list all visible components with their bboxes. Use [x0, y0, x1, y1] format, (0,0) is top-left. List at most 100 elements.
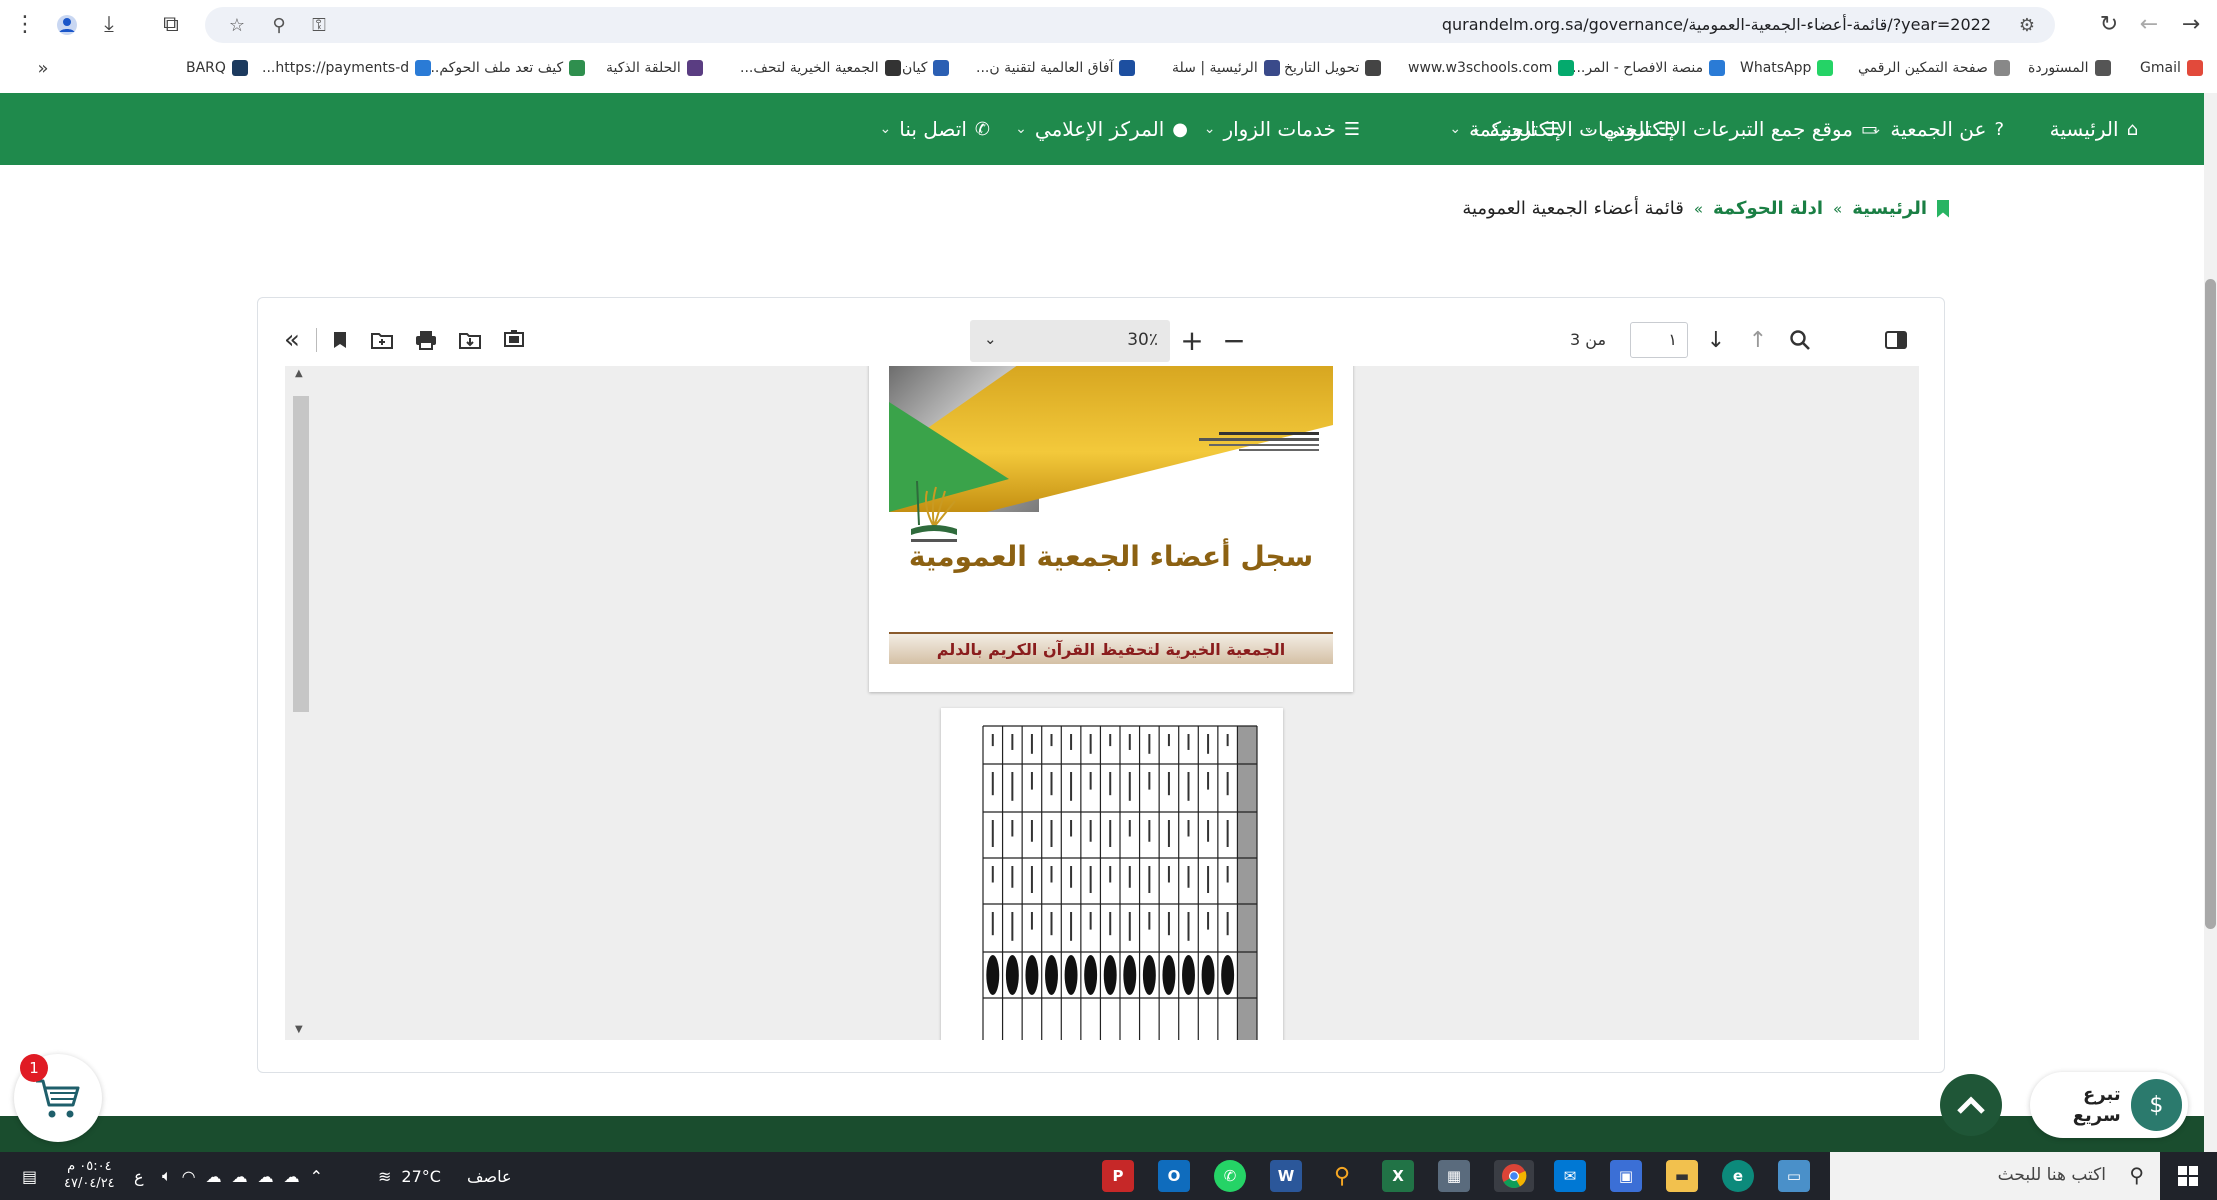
chevron-down-icon: ⌄: [984, 330, 997, 348]
page-number-input[interactable]: ١: [1630, 322, 1688, 358]
bookmark-item[interactable]: BARQ: [186, 60, 248, 76]
volume-icon[interactable]: 🔈︎: [162, 1166, 172, 1186]
file-explorer-app-icon[interactable]: ▬: [1666, 1160, 1698, 1192]
bookmark-item[interactable]: آفاق العالمية لتقنية ن...: [976, 60, 1136, 76]
extensions-icon[interactable]: ⧉: [156, 10, 186, 40]
profile-icon[interactable]: [52, 10, 82, 40]
bookmark-item[interactable]: https://payments-d...: [262, 60, 432, 76]
quick-donate-button[interactable]: $ تبرع سريع: [2030, 1072, 2188, 1138]
outlook-app-icon[interactable]: O: [1158, 1160, 1190, 1192]
calculator-app-icon[interactable]: ▦: [1438, 1160, 1470, 1192]
bookmark-item[interactable]: تحويل التاريخ: [1284, 60, 1382, 76]
cart-button[interactable]: 1: [14, 1054, 102, 1142]
association-logo: [903, 477, 965, 549]
password-key-icon[interactable]: ⚿: [305, 11, 333, 39]
forward-icon[interactable]: ←: [2134, 10, 2164, 40]
download-icon[interactable]: ⤓: [94, 10, 124, 40]
pdf-scrollbar-thumb[interactable]: [293, 396, 309, 712]
breadcrumb-home[interactable]: الرئيسية: [1852, 198, 1927, 219]
chevron-down-icon: ⌄: [879, 121, 892, 137]
menu-dots-icon[interactable]: ⋮: [10, 10, 40, 40]
scroll-down-arrow-icon[interactable]: ▼: [295, 1024, 303, 1035]
nav-item[interactable]: ☰ خدمات الزوار ⌄: [1204, 93, 1360, 165]
search-icon[interactable]: [1784, 324, 1816, 356]
nav-item[interactable]: ● المركز الإعلامي ⌄: [1015, 93, 1188, 165]
tools-expand-icon[interactable]: «: [276, 324, 308, 356]
bookmark-item[interactable]: المستوردة: [2028, 60, 2111, 76]
cloud-icon[interactable]: ☁︎: [258, 1167, 274, 1186]
chevron-up-icon[interactable]: ⌃: [310, 1167, 323, 1186]
server-icon: ☰: [1343, 118, 1360, 140]
nav-item[interactable]: ⌂ الرئيسية: [2050, 93, 2138, 165]
nav-item[interactable]: ? عن الجمعية ⌄: [1871, 93, 2004, 165]
chevron-up-icon: [1957, 1096, 1985, 1114]
zoom-in-icon[interactable]: +: [1176, 324, 1208, 357]
bookmarks-bar: » Gmail المستوردة صفحة التمكين الرقمي Whats…: [0, 50, 2217, 90]
bookmark-item[interactable]: الجمعية الخيرية لتحف...: [740, 60, 901, 76]
pdf-reader-app-icon[interactable]: P: [1102, 1160, 1134, 1192]
bookmark-item[interactable]: WhatsApp: [1740, 60, 1834, 76]
star-icon[interactable]: ☆: [223, 11, 251, 39]
bookmark-label: https://payments-d...: [262, 60, 410, 76]
bookmark-favicon-icon: [1119, 60, 1136, 76]
save-file-icon[interactable]: [454, 324, 486, 356]
notifications-icon[interactable]: ▤: [22, 1162, 37, 1190]
store-app-icon[interactable]: ▣: [1610, 1160, 1642, 1192]
system-tray[interactable]: 🔈︎ ◠ ☁︎ ☁︎ ☁︎ ☁︎ ⌃: [162, 1162, 323, 1190]
search-app-icon[interactable]: ⚲: [1326, 1160, 1358, 1192]
zoom-select[interactable]: ⌄ 30٪: [970, 320, 1170, 362]
zoom-out-icon[interactable]: −: [1218, 324, 1250, 357]
more-bookmarks-icon[interactable]: »: [28, 54, 58, 84]
address-bar[interactable]: ☆ ⚲ ⚿ qurandelm.org.sa/governance/قائمة-…: [205, 7, 2055, 43]
presentation-icon[interactable]: [498, 324, 530, 356]
next-page-icon[interactable]: ↓: [1700, 324, 1732, 356]
mail-app-icon[interactable]: ✉: [1554, 1160, 1586, 1192]
previous-page-icon[interactable]: ↑: [1742, 324, 1774, 356]
bookmark-item[interactable]: الرئيسية | سلة: [1172, 60, 1280, 76]
page-scrollbar[interactable]: [2204, 93, 2217, 1152]
language-indicator[interactable]: ع: [134, 1162, 144, 1190]
cloud-icon[interactable]: ☁︎: [284, 1167, 300, 1186]
site-settings-icon[interactable]: ⚙: [2013, 11, 2041, 39]
open-file-icon[interactable]: [366, 324, 398, 356]
bookmark-item[interactable]: www.w3schools.com: [1408, 60, 1575, 76]
scroll-up-arrow-icon[interactable]: ▲: [295, 368, 303, 379]
word-app-icon[interactable]: W: [1270, 1160, 1302, 1192]
desktop-app-icon[interactable]: ▭: [1778, 1160, 1810, 1192]
bookmark-item[interactable]: كيف تعد ملف الحوكم...: [426, 60, 586, 76]
nav-item[interactable]: ☰ الحوكمة ⌄: [1449, 93, 1560, 165]
bookmark-item[interactable]: منصة الافصاح - المر...: [1572, 60, 1726, 76]
sidebar-toggle-icon[interactable]: [1880, 324, 1912, 356]
excel-app-icon[interactable]: X: [1382, 1160, 1414, 1192]
back-icon[interactable]: →: [2176, 10, 2206, 40]
cloud-icon[interactable]: ☁︎: [232, 1167, 248, 1186]
bookmark-tool-icon[interactable]: [324, 324, 356, 356]
wifi-icon[interactable]: ◠: [182, 1167, 196, 1186]
chrome-app-icon[interactable]: [1494, 1160, 1534, 1192]
weather-widget[interactable]: ≋ 27°C عاصف: [378, 1162, 512, 1190]
pdf-scrollbar[interactable]: ▲ ▼: [293, 366, 309, 1040]
bookmark-item[interactable]: صفحة التمكين الرقمي: [1858, 60, 2010, 76]
edge-app-icon[interactable]: e: [1722, 1160, 1754, 1192]
bookmark-item[interactable]: كيان: [902, 60, 950, 76]
breadcrumb-section[interactable]: ادلة الحوكمة: [1713, 198, 1823, 219]
page-scrollbar-thumb[interactable]: [2205, 279, 2216, 929]
taskbar-search-placeholder: اكتب هنا للبحث: [1997, 1165, 2106, 1185]
nav-item[interactable]: ✆ اتصل بنا ⌄: [880, 93, 991, 165]
print-icon[interactable]: [410, 324, 442, 356]
url-text[interactable]: qurandelm.org.sa/governance/قائمة-أعضاء-…: [1442, 15, 1991, 34]
breadcrumb-separator: »: [1833, 199, 1843, 218]
whatsapp-app-icon[interactable]: ✆: [1214, 1160, 1246, 1192]
pdf-canvas[interactable]: ▲ ▼ سجل أعضاء الجمعية العمومية الجمعية ا…: [285, 366, 1919, 1040]
taskbar-search[interactable]: اكتب هنا للبحث ⚲: [1830, 1152, 2160, 1200]
back-to-top-button[interactable]: [1940, 1074, 2002, 1136]
clock[interactable]: ٠٥:٠٤ م ٤٧/٠٤/٢٤: [64, 1158, 115, 1192]
pdf-page-1: سجل أعضاء الجمعية العمومية الجمعية الخير…: [869, 366, 1353, 692]
bookmark-item[interactable]: الحلقة الذكية: [606, 60, 703, 76]
reload-icon[interactable]: ↻: [2094, 10, 2124, 40]
bookmark-item[interactable]: Gmail: [2140, 60, 2203, 76]
government-header-graphic: [1189, 428, 1319, 468]
zoom-lens-icon[interactable]: ⚲: [265, 11, 293, 39]
windows-start-icon[interactable]: [2178, 1166, 2198, 1186]
cloud-icon[interactable]: ☁︎: [206, 1167, 222, 1186]
